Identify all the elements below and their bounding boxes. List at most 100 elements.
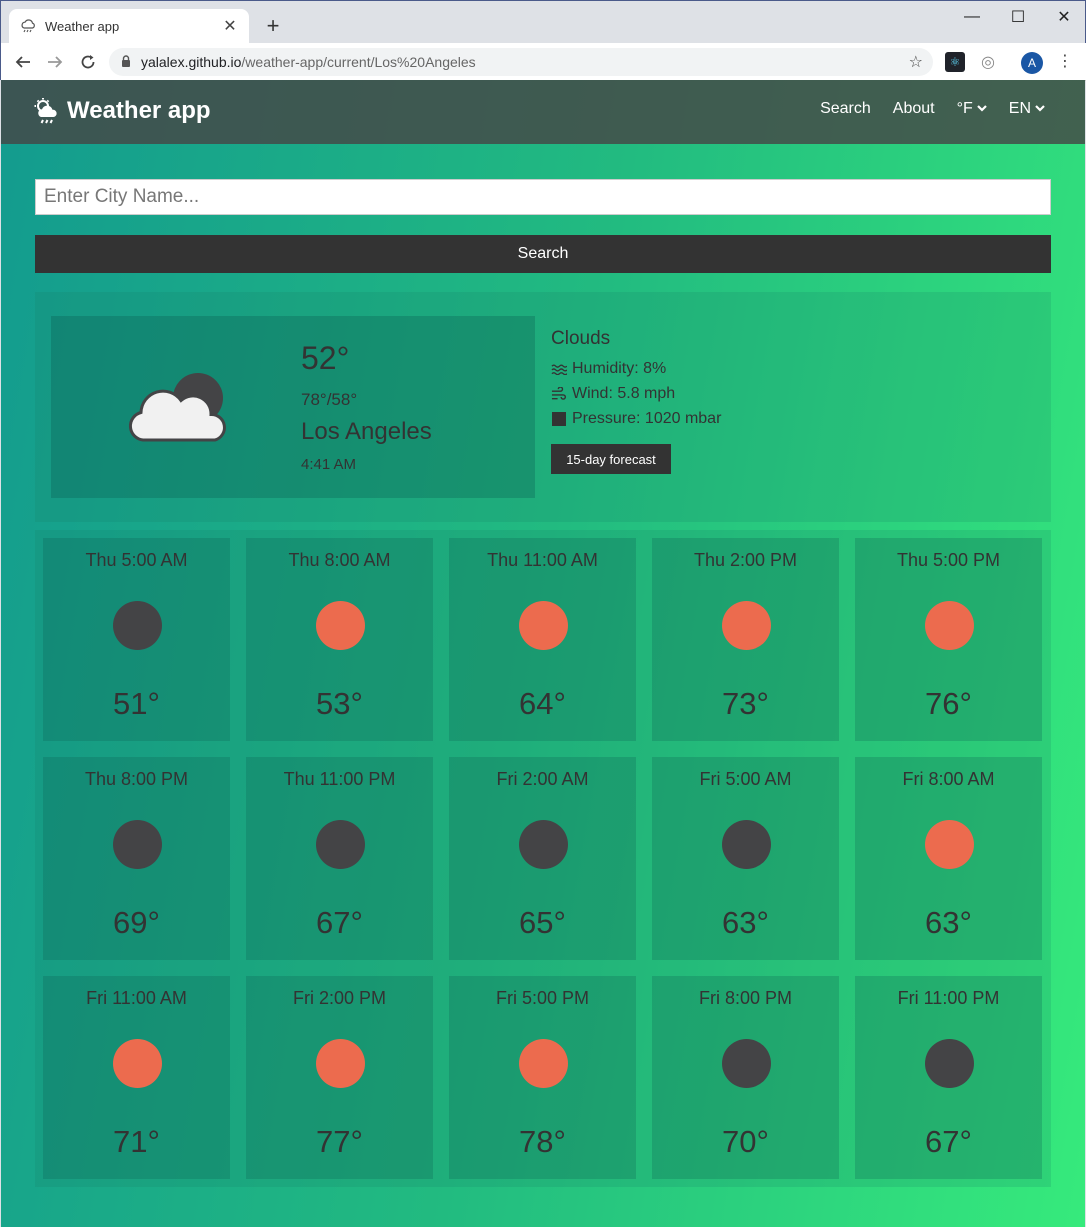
back-arrow-icon[interactable] [11,50,35,74]
url-host: yalalex.github.io [141,54,242,70]
hourly-temperature: 70° [722,1124,769,1159]
nav-about-link[interactable]: About [893,100,935,118]
hourly-temperature: 71° [113,1124,160,1159]
moon-icon [113,820,162,869]
browser-tab[interactable]: Weather app ✕ [9,9,249,43]
hourly-temperature: 76° [925,686,972,721]
weather-condition: Clouds [551,328,611,349]
hourly-temperature: 77° [316,1124,363,1159]
maximize-icon[interactable]: ☐ [995,5,1041,29]
hourly-time: Fri 11:00 PM [897,988,1000,1008]
hourly-card: Fri 11:00 PM 67° [855,976,1042,1179]
forward-arrow-icon[interactable] [43,50,67,74]
hourly-card: Fri 2:00 AM 65° [449,757,636,960]
star-icon[interactable]: ☆ [909,52,923,72]
hourly-grid: Thu 5:00 AM 51° Thu 8:00 AM 53° Thu 11:00 AM… [43,538,1042,1179]
moon-icon [316,820,365,869]
nav-menu: Search About °F EN [820,100,1045,118]
sun-icon [925,601,974,650]
cloud-sun-rain-icon [33,96,63,126]
hourly-temperature: 64° [519,686,566,721]
weather-details: Clouds Humidity: 8% Wind: 5.8 mph Pressu… [551,328,721,431]
browser-toolbar: yalalex.github.io/weather-app/current/Lo… [1,43,1086,81]
temperature-range: 78°/58° [301,390,358,409]
reload-icon[interactable] [76,50,100,74]
tab-title: Weather app [45,18,120,34]
sun-icon [113,1039,162,1088]
url-path: /weather-app/current/Los%20Angeles [241,54,476,70]
hourly-forecast-section: Thu 5:00 AM 51° Thu 8:00 AM 53° Thu 11:00 AM… [35,530,1051,1187]
hourly-temperature: 65° [519,905,566,940]
hourly-card: Thu 2:00 PM 73° [652,538,839,741]
sun-icon [519,601,568,650]
units-label: °F [956,100,973,117]
language-label: EN [1008,100,1031,117]
lock-icon [121,54,131,70]
address-bar[interactable]: yalalex.github.io/weather-app/current/Lo… [109,48,933,76]
chevron-down-icon [976,104,987,115]
new-tab-button[interactable]: + [263,13,283,39]
hourly-time: Thu 2:00 PM [693,550,798,570]
moon-icon [722,820,771,869]
forecast-15-day-button[interactable]: 15-day forecast [551,444,671,474]
search-button[interactable]: Search [35,235,1051,273]
hourly-temperature: 73° [722,686,769,721]
humidity-row: Humidity: 8% [551,356,721,381]
brand-title: Weather app [67,97,211,124]
pressure-text: Pressure: 1020 mbar [572,409,722,427]
react-devtools-icon[interactable]: ⚛ [945,52,965,72]
hourly-card: Thu 11:00 AM 64° [449,538,636,741]
current-weather-section: 52° 78°/58° Los Angeles 4:41 AM Clouds H… [35,292,1051,522]
close-icon[interactable]: ✕ [221,16,239,36]
hourly-card: Thu 11:00 PM 67° [246,757,433,960]
brand-link[interactable]: Weather app [33,96,211,126]
hourly-temperature: 53° [316,686,363,721]
browser-chrome: Weather app ✕ + — ☐ ✕ yalalex.github.io/… [0,0,1086,81]
window-close-icon[interactable]: ✕ [1041,5,1086,29]
sun-icon [722,601,771,650]
more-menu-icon[interactable]: ⋮ [1057,51,1073,71]
sun-icon [519,1039,568,1088]
hourly-card: Fri 5:00 PM 78° [449,976,636,1179]
hourly-card: Fri 8:00 PM 70° [652,976,839,1179]
hourly-card: Thu 5:00 PM 76° [855,538,1042,741]
profile-avatar[interactable]: A [1021,52,1043,74]
navbar: Weather app Search About °F EN [1,80,1085,144]
sun-icon [316,1039,365,1088]
hourly-time: Thu 11:00 PM [283,769,396,789]
cloud-rain-icon [19,17,37,35]
hourly-card: Fri 11:00 AM 71° [43,976,230,1179]
hourly-card: Thu 5:00 AM 51° [43,538,230,741]
hourly-temperature: 69° [113,905,160,940]
pressure-row: Pressure: 1020 mbar [551,406,721,431]
hourly-time: Fri 8:00 AM [902,769,995,789]
current-temperature: 52° [301,340,350,376]
nav-search-link[interactable]: Search [820,100,871,118]
humidity-waves-icon [551,363,567,375]
hourly-time: Fri 8:00 PM [698,988,793,1008]
current-weather-card: 52° 78°/58° Los Angeles 4:41 AM [51,316,535,498]
sun-icon [925,820,974,869]
city-name: Los Angeles [301,418,432,445]
chevron-down-icon [1035,104,1045,115]
pressure-icon [551,411,567,426]
hourly-temperature: 67° [925,1124,972,1159]
humidity-text: Humidity: 8% [572,359,667,377]
extension-icon[interactable]: ◎ [978,52,998,72]
hourly-temperature: 67° [316,905,363,940]
hourly-time: Fri 2:00 PM [292,988,387,1008]
wind-text: Wind: 5.8 mph [572,384,676,402]
weather-page: Weather app Search About °F EN Search [1,80,1085,1227]
minimize-icon[interactable]: — [949,5,995,29]
url-text: yalalex.github.io/weather-app/current/Lo… [141,54,476,70]
wind-icon [551,386,567,401]
language-dropdown[interactable]: EN [1009,100,1045,118]
hourly-temperature: 63° [925,905,972,940]
units-dropdown[interactable]: °F [957,100,987,118]
hourly-time: Fri 11:00 AM [86,988,187,1008]
cloud-moon-icon [125,370,235,450]
hourly-time: Fri 5:00 PM [495,988,590,1008]
city-search-input[interactable] [35,179,1051,215]
moon-icon [113,601,162,650]
hourly-card: Fri 8:00 AM 63° [855,757,1042,960]
